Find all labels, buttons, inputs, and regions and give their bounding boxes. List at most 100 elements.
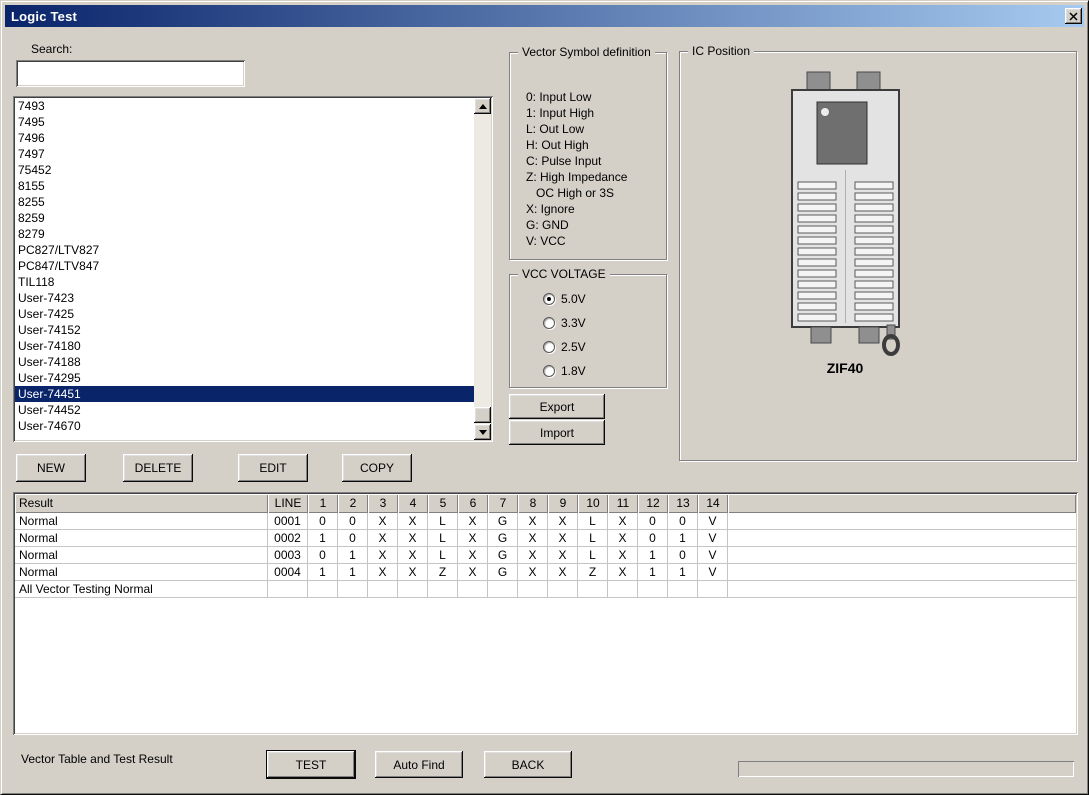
back-button[interactable]: BACK	[484, 751, 572, 778]
new-button[interactable]: NEW	[16, 454, 86, 482]
vector-cell: G	[488, 513, 518, 530]
row-filler	[728, 530, 1076, 547]
auto-find-button[interactable]: Auto Find	[375, 751, 463, 778]
vector-cell: X	[608, 530, 638, 547]
vector-cell: X	[368, 547, 398, 564]
list-item[interactable]: User-74670	[15, 418, 474, 434]
column-header: 3	[368, 494, 398, 513]
vector-cell: X	[368, 564, 398, 581]
vector-cell: 1	[338, 564, 368, 581]
vcc-option[interactable]: 1.8V	[510, 359, 666, 383]
column-header: 1	[308, 494, 338, 513]
row-filler	[728, 581, 1076, 598]
close-button[interactable]	[1065, 8, 1082, 24]
window-title: Logic Test	[11, 9, 77, 24]
arrow-down-icon	[479, 430, 487, 435]
list-item[interactable]: 7496	[15, 130, 474, 146]
column-header: 11	[608, 494, 638, 513]
table-row[interactable]: Normal000301XXLXGXXLX10V	[15, 547, 1076, 564]
list-item[interactable]: 8255	[15, 194, 474, 210]
vector-cell: 1	[638, 547, 668, 564]
export-button[interactable]: Export	[509, 394, 605, 419]
test-button[interactable]: TEST	[267, 751, 355, 778]
vcc-option-label: 3.3V	[561, 316, 586, 330]
vector-cell: Z	[578, 564, 608, 581]
vector-symbol-line: OC High or 3S	[526, 185, 662, 201]
scrollbar-track[interactable]	[474, 114, 491, 424]
vector-cell	[698, 581, 728, 598]
search-input[interactable]	[16, 60, 245, 87]
vcc-option[interactable]: 2.5V	[510, 335, 666, 359]
copy-button[interactable]: COPY	[342, 454, 412, 482]
list-item[interactable]: TIL118	[15, 274, 474, 290]
edit-button[interactable]: EDIT	[238, 454, 308, 482]
vector-cell: G	[488, 564, 518, 581]
list-item[interactable]: User-7425	[15, 306, 474, 322]
list-item[interactable]: 8279	[15, 226, 474, 242]
column-header: 6	[458, 494, 488, 513]
column-header: 2	[338, 494, 368, 513]
device-list-items: 7493749574967497754528155825582598279PC8…	[15, 98, 474, 440]
summary-row: All Vector Testing Normal	[15, 581, 1076, 598]
vector-cell: X	[518, 547, 548, 564]
footer-status-label: Vector Table and Test Result	[21, 752, 173, 766]
vector-cell: G	[488, 530, 518, 547]
import-button[interactable]: Import	[509, 420, 605, 445]
list-item[interactable]: User-74188	[15, 354, 474, 370]
vector-cell: X	[518, 564, 548, 581]
delete-button[interactable]: DELETE	[123, 454, 193, 482]
column-header: 4	[398, 494, 428, 513]
vector-cell: X	[548, 547, 578, 564]
list-item[interactable]: User-74451	[15, 386, 474, 402]
table-row[interactable]: Normal000100XXLXGXXLX00V	[15, 513, 1076, 530]
vector-cell: V	[698, 547, 728, 564]
vector-cell: X	[398, 513, 428, 530]
vector-cell: V	[698, 513, 728, 530]
line-cell: 0003	[268, 547, 308, 564]
vector-cell: X	[548, 564, 578, 581]
device-list: 7493749574967497754528155825582598279PC8…	[13, 96, 493, 442]
vector-cell: X	[608, 547, 638, 564]
list-item[interactable]: 75452	[15, 162, 474, 178]
table-row[interactable]: Normal000411XXZXGXXZX11V	[15, 564, 1076, 581]
list-item[interactable]: User-74295	[15, 370, 474, 386]
list-item[interactable]: PC827/LTV827	[15, 242, 474, 258]
vector-symbol-group: Vector Symbol definition 0: Input Low1: …	[509, 52, 667, 260]
result-table-header: ResultLINE1234567891011121314	[15, 494, 1076, 513]
vector-cell: L	[578, 513, 608, 530]
line-cell: 0001	[268, 513, 308, 530]
list-item[interactable]: 7493	[15, 98, 474, 114]
vector-symbol-line: X: Ignore	[526, 201, 662, 217]
list-item[interactable]: PC847/LTV847	[15, 258, 474, 274]
vector-cell: X	[458, 530, 488, 547]
vector-cell	[578, 581, 608, 598]
table-row[interactable]: Normal000210XXLXGXXLX01V	[15, 530, 1076, 547]
row-filler	[728, 513, 1076, 530]
vector-cell	[458, 581, 488, 598]
vcc-option[interactable]: 3.3V	[510, 311, 666, 335]
scroll-up-button[interactable]	[474, 98, 491, 114]
vector-cell: L	[428, 513, 458, 530]
line-cell	[268, 581, 308, 598]
vector-cell	[638, 581, 668, 598]
list-item[interactable]: User-74180	[15, 338, 474, 354]
vcc-option[interactable]: 5.0V	[510, 287, 666, 311]
logic-test-window: Logic Test Search: 749374957496749775452…	[0, 0, 1089, 795]
list-item[interactable]: 8259	[15, 210, 474, 226]
ic-position-group-title: IC Position	[688, 44, 754, 59]
list-item[interactable]: User-7423	[15, 290, 474, 306]
scrollbar-thumb[interactable]	[474, 407, 491, 423]
list-item[interactable]: 7497	[15, 146, 474, 162]
vector-cell	[398, 581, 428, 598]
result-cell: Normal	[15, 513, 268, 530]
vector-cell: X	[458, 547, 488, 564]
vector-cell: 0	[668, 547, 698, 564]
vector-cell: X	[458, 513, 488, 530]
list-item[interactable]: 7495	[15, 114, 474, 130]
list-item[interactable]: User-74152	[15, 322, 474, 338]
arrow-up-icon	[479, 104, 487, 109]
vector-symbol-line: V: VCC	[526, 233, 662, 249]
list-item[interactable]: 8155	[15, 178, 474, 194]
list-item[interactable]: User-74452	[15, 402, 474, 418]
scroll-down-button[interactable]	[474, 424, 491, 440]
